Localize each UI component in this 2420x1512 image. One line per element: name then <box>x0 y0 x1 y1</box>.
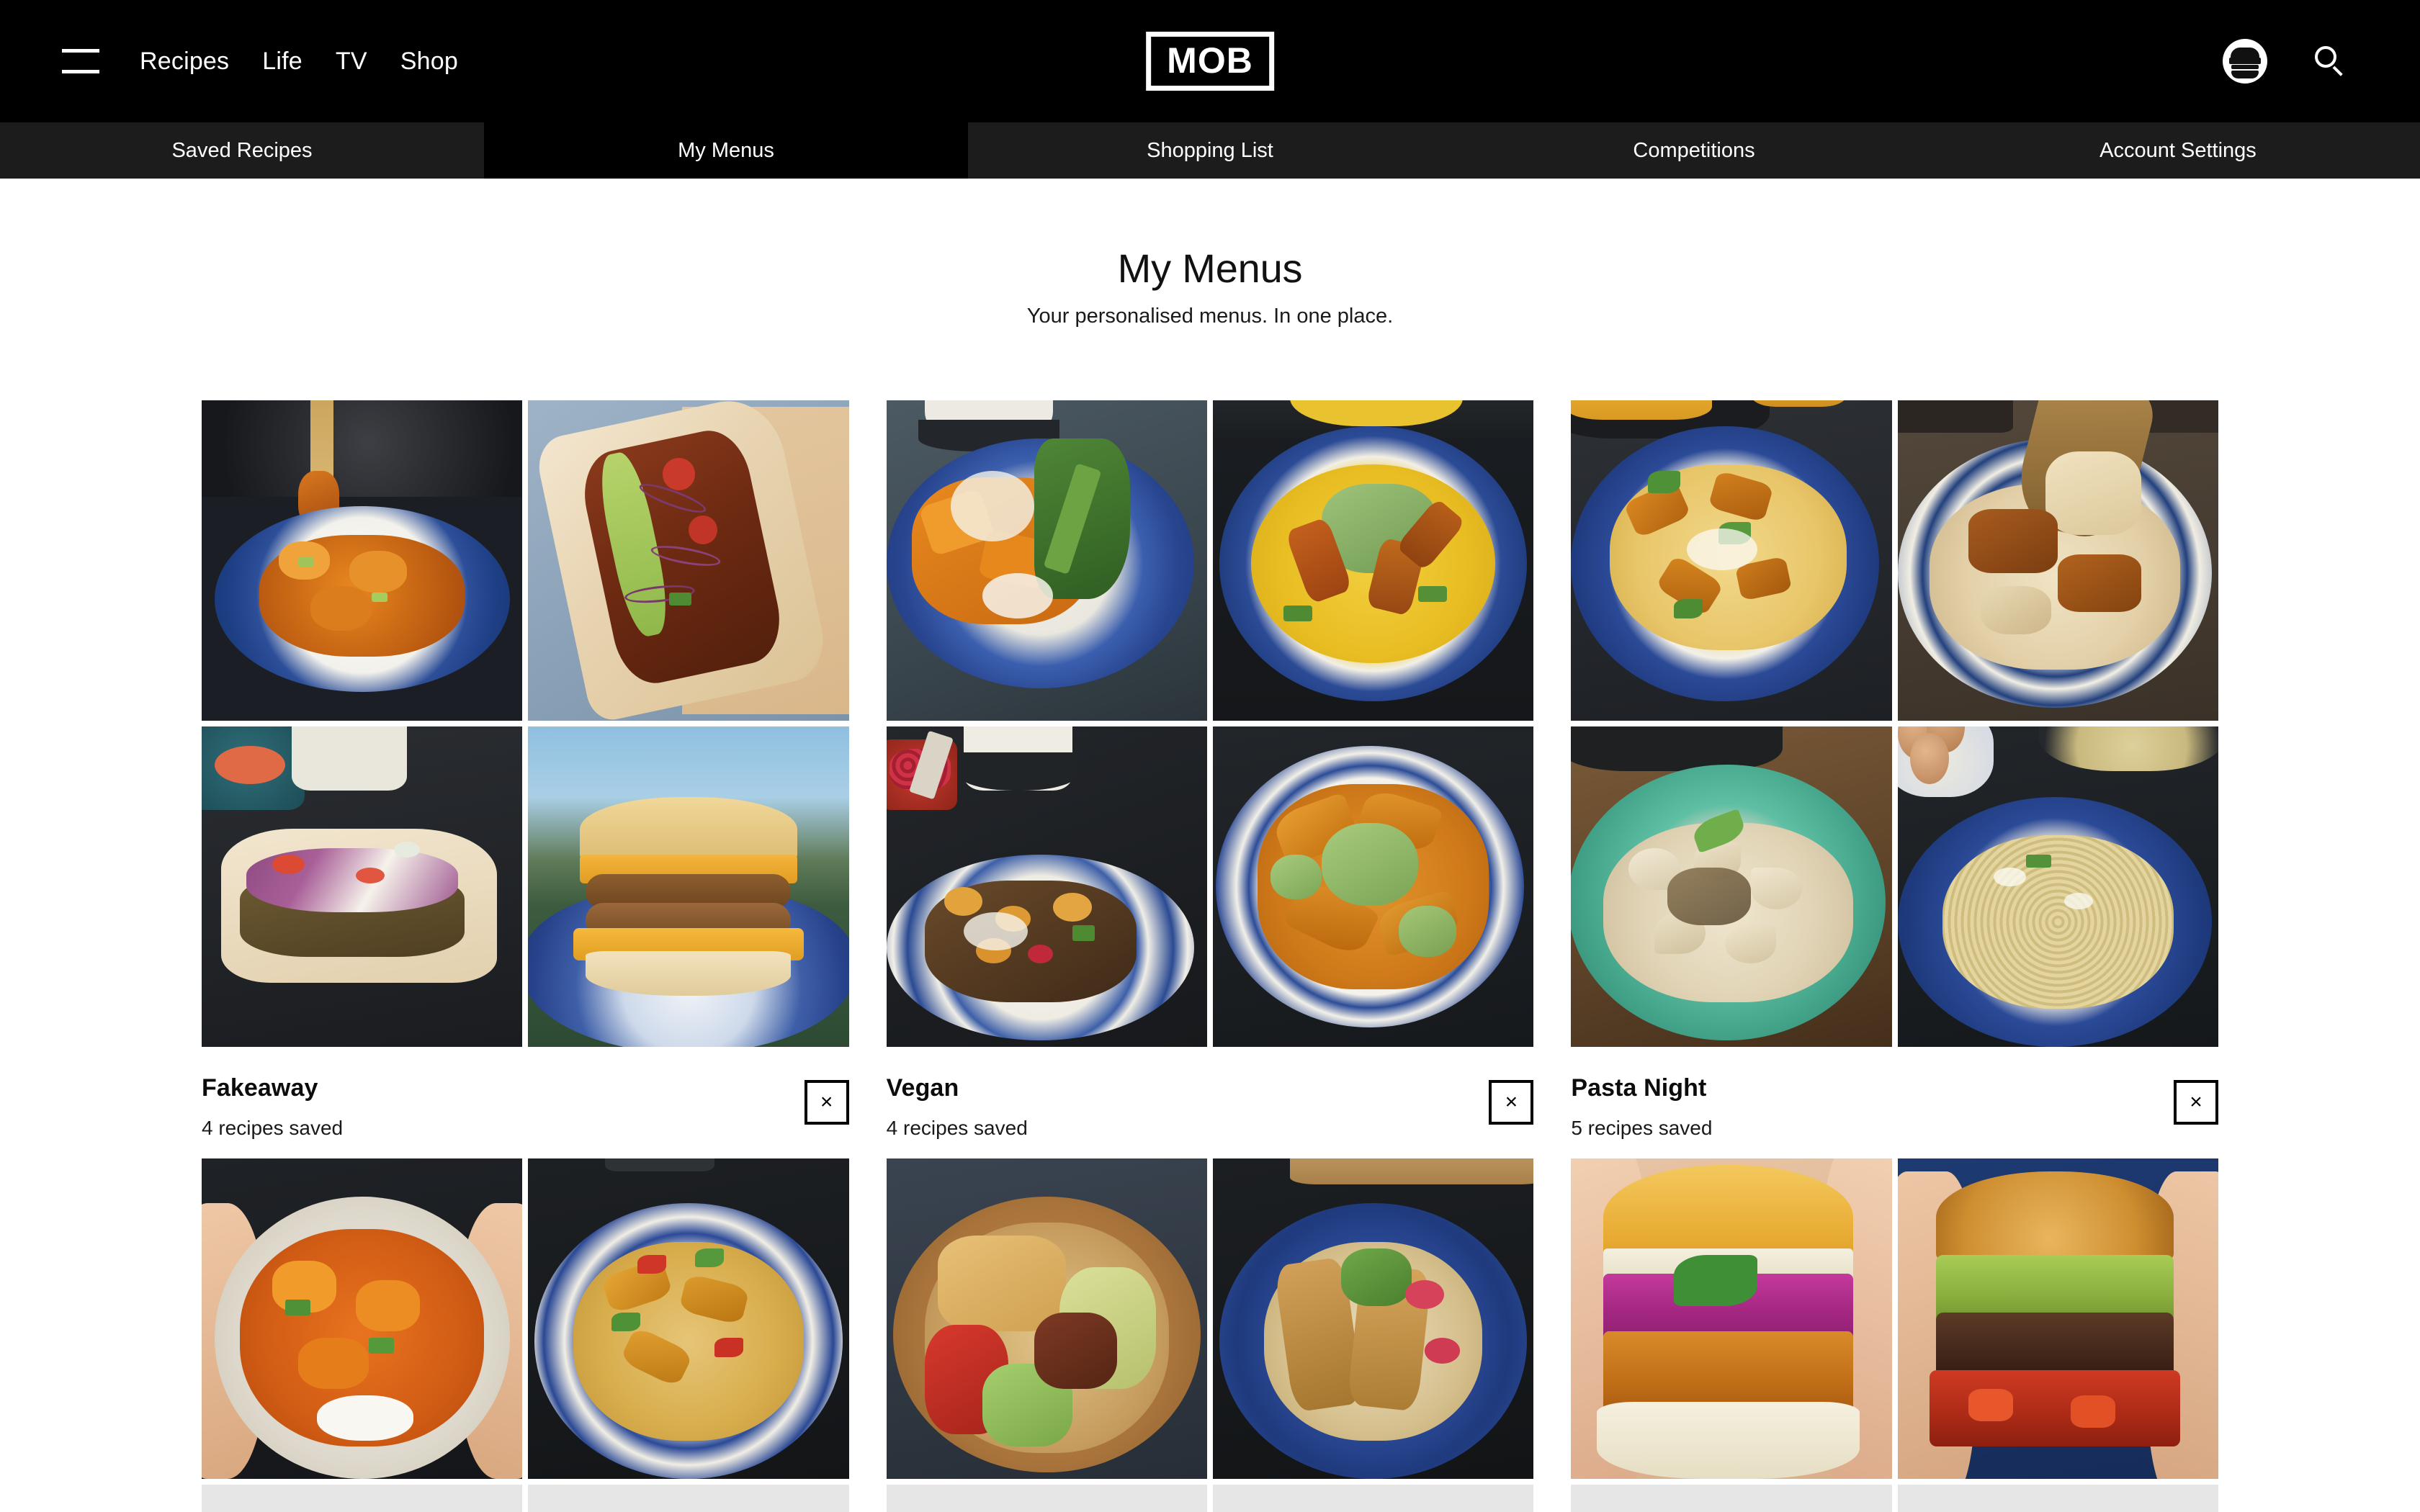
recipe-thumbnail[interactable] <box>1897 1158 2218 1479</box>
search-ring <box>2315 46 2336 68</box>
hamburger-bar <box>62 70 99 73</box>
recipe-thumbnail[interactable] <box>886 1485 1207 1512</box>
avatar-glyph-part <box>2231 71 2259 78</box>
menu-card-text: Vegan 4 recipes saved <box>887 1074 1028 1140</box>
recipe-thumbnail[interactable] <box>1571 726 1892 1047</box>
recipe-thumbnail[interactable] <box>1212 1485 1534 1512</box>
hamburger-icon[interactable] <box>62 49 99 73</box>
tab-account-settings[interactable]: Account Settings <box>1936 122 2420 179</box>
menu-card: Pasta Night 5 recipes saved × <box>1571 400 2218 1140</box>
menu-card <box>1571 1158 2218 1512</box>
menu-thumbnail-grid[interactable] <box>202 1158 849 1512</box>
menu-card <box>202 1158 849 1512</box>
menu-name: Pasta Night <box>1571 1074 1707 1102</box>
recipe-thumbnail[interactable] <box>1212 400 1534 721</box>
site-header: Recipes Life TV Shop MOB <box>0 0 2420 122</box>
tab-saved-recipes[interactable]: Saved Recipes <box>0 122 484 179</box>
search-icon[interactable] <box>2315 46 2345 76</box>
recipe-thumbnail[interactable] <box>1897 726 2218 1047</box>
remove-menu-button[interactable]: × <box>804 1080 849 1125</box>
menu-thumbnail-grid[interactable] <box>886 400 1534 1047</box>
menu-card: Vegan 4 recipes saved × <box>886 400 1534 1140</box>
menu-thumbnail-grid[interactable] <box>1571 1158 2218 1512</box>
menu-card-footer: Pasta Night 5 recipes saved × <box>1571 1047 2218 1140</box>
menu-name: Vegan <box>886 1074 959 1102</box>
mob-logo[interactable]: MOB <box>1146 32 1274 91</box>
nav-item-recipes[interactable]: Recipes <box>140 48 229 76</box>
recipe-thumbnail[interactable] <box>1897 1485 2218 1512</box>
tab-my-menus[interactable]: My Menus <box>484 122 968 179</box>
menu-thumbnail-grid[interactable] <box>886 1158 1534 1512</box>
tab-competitions[interactable]: Competitions <box>1452 122 1936 179</box>
search-handle <box>2332 66 2343 76</box>
menu-recipe-count: 4 recipes saved <box>202 1117 344 1139</box>
menu-recipe-count: 5 recipes saved <box>1571 1117 1713 1139</box>
remove-menu-button[interactable]: × <box>2174 1080 2218 1125</box>
recipe-thumbnail[interactable] <box>1212 1158 1534 1479</box>
recipe-thumbnail[interactable] <box>1571 1485 1892 1512</box>
avatar-glyph-part <box>2229 58 2261 64</box>
menu-thumbnail-grid[interactable] <box>1571 400 2218 1047</box>
menu-card-footer: Fakeaway 4 recipes saved × <box>202 1047 849 1140</box>
logo-text: MOB <box>1167 40 1253 81</box>
recipe-thumbnail[interactable] <box>202 1485 523 1512</box>
recipe-thumbnail[interactable] <box>886 726 1207 1047</box>
nav-item-life[interactable]: Life <box>262 48 302 76</box>
remove-menu-button[interactable]: × <box>1489 1080 1534 1125</box>
menu-recipe-count: 4 recipes saved <box>886 1117 1028 1139</box>
recipe-thumbnail[interactable] <box>202 726 523 1047</box>
recipe-thumbnail[interactable] <box>528 400 849 721</box>
recipe-thumbnail[interactable] <box>1897 400 2218 721</box>
account-tabbar: Saved Recipes My Menus Shopping List Com… <box>0 122 2420 179</box>
page-title: My Menus <box>1117 246 1303 291</box>
menu-card-footer: Vegan 4 recipes saved × <box>887 1047 1534 1140</box>
recipe-thumbnail[interactable] <box>1212 726 1534 1047</box>
recipe-thumbnail[interactable] <box>886 400 1207 721</box>
page-header: My Menus Your personalised menus. In one… <box>0 179 2420 328</box>
menu-name: Fakeaway <box>202 1074 318 1102</box>
tab-shopping-list[interactable]: Shopping List <box>968 122 1452 179</box>
page-subtitle: Your personalised menus. In one place. <box>1026 305 1394 328</box>
menu-thumbnail-grid[interactable] <box>202 400 849 1047</box>
recipe-thumbnail[interactable] <box>202 1158 523 1479</box>
recipe-thumbnail[interactable] <box>1571 400 1892 721</box>
recipe-thumbnail[interactable] <box>528 1158 849 1479</box>
avatar-glyph-part <box>2231 48 2259 58</box>
menu-card-text: Fakeaway 4 recipes saved <box>202 1074 343 1140</box>
recipe-thumbnail[interactable] <box>528 1485 849 1512</box>
avatar[interactable] <box>2223 39 2267 84</box>
menu-card-text: Pasta Night 5 recipes saved <box>1571 1074 1712 1140</box>
header-actions <box>2223 39 2345 84</box>
nav-item-shop[interactable]: Shop <box>400 48 458 76</box>
menu-card <box>886 1158 1534 1512</box>
avatar-glyph-part <box>2231 65 2259 69</box>
recipe-thumbnail[interactable] <box>886 1158 1207 1479</box>
recipe-thumbnail[interactable] <box>202 400 523 721</box>
nav-item-tv[interactable]: TV <box>336 48 367 76</box>
recipe-thumbnail[interactable] <box>528 726 849 1047</box>
hamburger-bar <box>62 49 99 53</box>
primary-nav: Recipes Life TV Shop <box>140 48 458 76</box>
menu-card: Fakeaway 4 recipes saved × <box>202 400 849 1140</box>
menu-grid: Fakeaway 4 recipes saved × Vegan 4 recip… <box>202 328 2218 1512</box>
recipe-thumbnail[interactable] <box>1571 1158 1892 1479</box>
